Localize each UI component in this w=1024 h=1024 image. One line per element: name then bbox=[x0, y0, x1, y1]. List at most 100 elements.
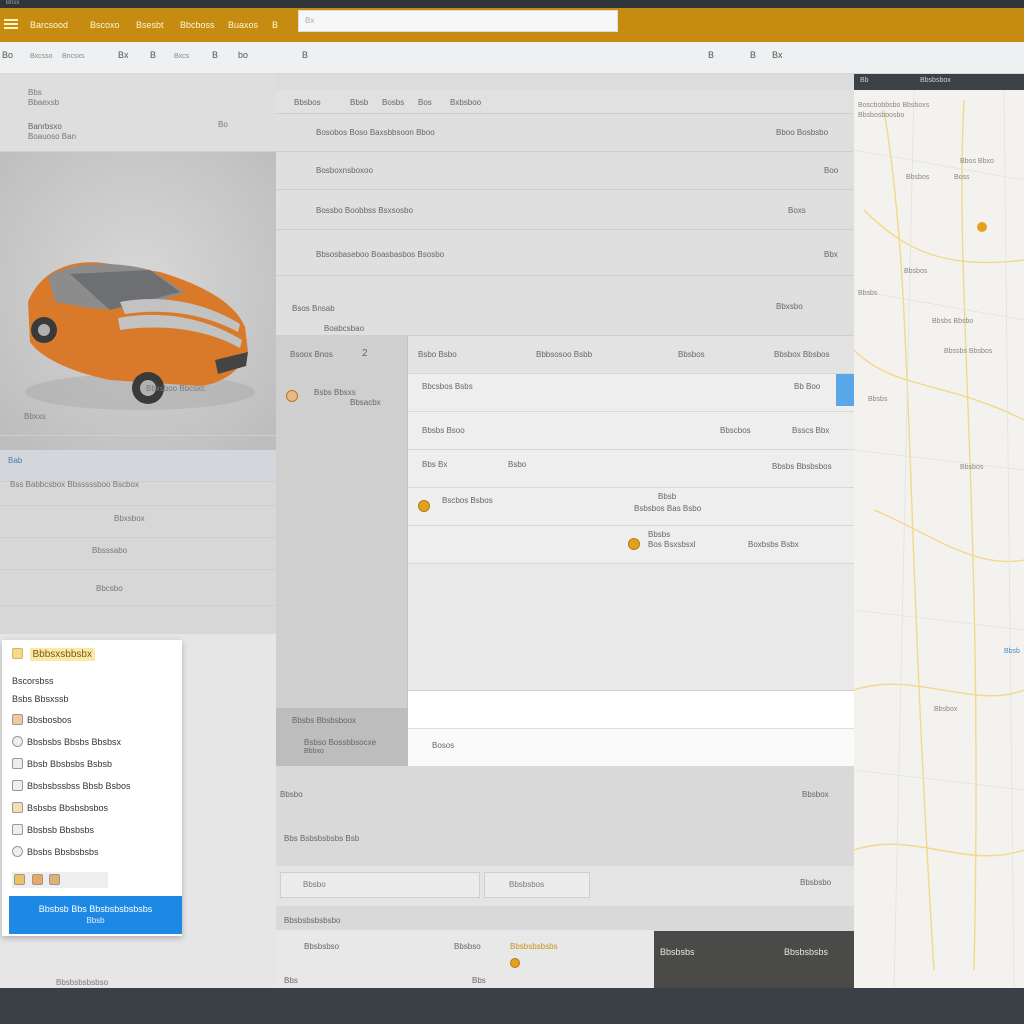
toolbar-item-9[interactable]: B bbox=[302, 50, 308, 60]
app-bar: Barcsood Bscoxo Bsesbt Bbcboss Buaxos B … bbox=[0, 8, 1024, 42]
map-label: Boss bbox=[954, 174, 970, 181]
left-row-5[interactable]: Bbsssabo bbox=[0, 538, 276, 570]
center-tabs: Bbsbos Bbsb Bosbs Bos Bxbsboo bbox=[276, 90, 854, 114]
center-row-2[interactable]: Bosboxnsboxoo Boo bbox=[276, 152, 854, 190]
popup-item-4[interactable]: Bbsb Bbsbsbs Bsbsb bbox=[12, 758, 112, 769]
center-tab-3[interactable]: Bosbs bbox=[382, 98, 404, 107]
center-row-5-label: Bsos Bnsab bbox=[292, 304, 335, 313]
popup-item-3[interactable]: Bbsbsbs Bbsbs Bbsbsx bbox=[12, 736, 121, 747]
app-tab-6[interactable]: B bbox=[272, 20, 278, 30]
popup-item-6[interactable]: Bsbsbs Bbsbsbsbos bbox=[12, 802, 108, 813]
popup-item-7-icon bbox=[12, 824, 23, 835]
map-label: Bbsbos bbox=[906, 174, 930, 181]
popup-item-2[interactable]: Bbsbosbos bbox=[12, 714, 72, 725]
left-header-row: Banrbsxo bbox=[28, 122, 62, 131]
dark-card[interactable]: Bbsbsbs Bbsbsbsbs bbox=[654, 931, 854, 989]
left-row-6[interactable]: Bbcsbo bbox=[0, 574, 276, 606]
toolbar-right-3[interactable]: Bx bbox=[772, 50, 783, 60]
toolbar-item-2[interactable]: Bxcsso bbox=[30, 50, 53, 60]
popup-menu: Bbbsxsbbsbx Bscorsbss Bsbs Bbsxssb Bbsbo… bbox=[2, 640, 182, 936]
table-cell: Bsbsbos Bas Bsbo bbox=[634, 504, 702, 513]
left-panel-header: Bbs Bbaexsb Banrbsxo Boauoso Ban Bo bbox=[0, 74, 276, 152]
bottom-input-1[interactable]: Bbsbo bbox=[280, 872, 480, 898]
toolbar-item-5[interactable]: B bbox=[150, 50, 156, 60]
map-label: Bbsb bbox=[1004, 648, 1020, 655]
center-tab-1[interactable]: Bbsbos bbox=[294, 98, 321, 107]
row-status-icon bbox=[418, 500, 430, 512]
mid-sidebar-footer[interactable]: Bbsbs Bbsbsboox Bsbso Bossbbsocxe Bbbxo bbox=[276, 708, 408, 766]
popup-item-4-icon bbox=[12, 758, 23, 769]
left-row-3[interactable]: Bss Babbcsbox Bbsssssboo Bscbox bbox=[0, 474, 276, 506]
table-row[interactable]: Bbs Bx Bsbo Bbsbs Bbsbsbos bbox=[408, 450, 854, 488]
map-label: Bbsbs bbox=[868, 396, 888, 403]
bottom-list-row[interactable]: Bbsbsbso Bbsbso Bbsbsbsbsbs Bbs Bbs bbox=[276, 930, 654, 988]
left-header-row-right: Bo bbox=[218, 120, 228, 129]
table-row[interactable]: Bbsbs Bsoo Bbscbos Bsscs Bbx bbox=[408, 412, 854, 450]
title-strip: Bnsx bbox=[0, 0, 1024, 8]
mid-sidebar-item-title[interactable]: Bsbs Bbsxs bbox=[314, 388, 356, 397]
toolbar-item-6[interactable]: Bxcs bbox=[174, 50, 189, 60]
title-strip-text: Bnsx bbox=[6, 0, 20, 6]
center-row-4[interactable]: Bbsosbaseboo Boasbasbos Bsosbo Bbx bbox=[276, 230, 854, 276]
table-header: Bsbo Bsbo Bbbsosoo Bsbb Bbsbos Bbsbox Bb… bbox=[408, 336, 854, 374]
app-tab-2[interactable]: Bscoxo bbox=[90, 20, 120, 30]
left-row-4[interactable]: Bbxsbox bbox=[0, 506, 276, 538]
popup-item-5[interactable]: Bbsbsbssbss Bbsb Bsbos bbox=[12, 780, 131, 791]
table-header-col-1[interactable]: Bsbo Bsbo bbox=[418, 350, 457, 359]
table-cell: Bbcsbos Bsbs bbox=[422, 382, 473, 391]
center-row-3[interactable]: Bossbo Boobbss Bsxsosbo Boxs bbox=[276, 190, 854, 230]
table-header-col-4[interactable]: Bbsbox Bbsbos bbox=[774, 350, 830, 359]
app-tab-4[interactable]: Bbcboss bbox=[180, 20, 215, 30]
scrollbar-thumb[interactable] bbox=[836, 374, 854, 406]
bottom-label-2: Bbs Bsbsbsbsbs Bsb bbox=[284, 834, 360, 843]
table-row[interactable]: Bbcsbos Bsbs Bb Boo bbox=[408, 374, 854, 412]
map-panel[interactable]: Bb Bbsbsbox Boscbobbsbo Bbsboxs Bbsbosbo… bbox=[854, 74, 1024, 990]
map-label: Bbsbos bbox=[960, 464, 984, 471]
table-cell: Bb Boo bbox=[794, 382, 821, 391]
app-tab-3[interactable]: Bsesbt bbox=[136, 20, 164, 30]
app-tab-1[interactable]: Barcsood bbox=[30, 20, 68, 30]
hamburger-menu-icon[interactable] bbox=[4, 17, 18, 31]
popup-title-row: Bbbsxsbbsbx bbox=[12, 648, 95, 661]
center-row-5[interactable]: Bsos Bnsab Bbxsbo Boabcsbao bbox=[276, 276, 854, 336]
mid-sidebar-item-icon bbox=[286, 390, 298, 402]
search-placeholder: Bx bbox=[305, 16, 315, 25]
popup-item-7[interactable]: Bbsbsb Bbsbsbs bbox=[12, 824, 94, 835]
popup-item-8[interactable]: Bbsbs Bbsbsbsbs bbox=[12, 846, 99, 857]
toolbar-right-2[interactable]: B bbox=[750, 50, 756, 60]
bottom-label-1-right: Bbsbox bbox=[802, 790, 829, 799]
table-row[interactable]: Bbsbs Bos Bsxsbsxl Boxbsbs Bsbx bbox=[408, 526, 854, 564]
popup-item-3-icon bbox=[12, 736, 23, 747]
popup-item-1[interactable]: Bsbs Bbsxssb bbox=[12, 694, 69, 704]
table-cell: Bos Bsxsbsxl bbox=[648, 540, 696, 549]
toolbar-item-1[interactable]: Bo bbox=[2, 50, 13, 60]
center-row-1[interactable]: Bosobos Boso Baxsbbsoon Bboo Bboo Bosbsb… bbox=[276, 114, 854, 152]
bottom-input-2[interactable]: Bbsbsbos bbox=[484, 872, 590, 898]
center-row-3-right: Boxs bbox=[788, 206, 806, 215]
map-label: Bbsbosboosbo bbox=[858, 112, 905, 119]
mid-sidebar-footer-small: Bbbxo bbox=[304, 748, 324, 755]
center-tab-4[interactable]: Bos bbox=[418, 98, 432, 107]
left-row-5-label: Bbsssabo bbox=[92, 546, 128, 555]
left-row-2-label: Bab bbox=[8, 456, 23, 465]
table-input-row[interactable] bbox=[408, 690, 854, 728]
table-value-row[interactable]: Bosos bbox=[408, 728, 854, 766]
search-input[interactable]: Bx bbox=[298, 10, 618, 32]
toolbar-item-8[interactable]: bo bbox=[238, 50, 248, 60]
toolbar-right-1[interactable]: B bbox=[708, 50, 714, 60]
toolbar-item-7[interactable]: B bbox=[212, 50, 218, 60]
left-row-1[interactable]: Bbxxs bbox=[0, 404, 276, 436]
left-header-row-sub: Boauoso Ban bbox=[28, 132, 77, 141]
table-header-col-3[interactable]: Bbsbos bbox=[678, 350, 705, 359]
toolbar-item-3[interactable]: Bncsxs bbox=[62, 50, 85, 60]
popup-primary-button-label: Bbsbsb Bbs Bbsbsbsbsbsbs bbox=[38, 904, 153, 914]
mid-sidebar-footer-sub: Bsbso Bossbbsocxe bbox=[304, 738, 377, 747]
table-row[interactable]: Bscbos Bsbos Bbsb Bsbsbos Bas Bsbo bbox=[408, 488, 854, 526]
center-tab-5[interactable]: Bxbsboo bbox=[450, 98, 481, 107]
popup-primary-button[interactable]: Bbsbsb Bbs Bbsbsbsbsbsbs Bbsb bbox=[9, 896, 182, 934]
app-tab-5[interactable]: Buaxos bbox=[228, 20, 258, 30]
table-header-col-2[interactable]: Bbbsosoo Bsbb bbox=[536, 350, 592, 359]
toolbar-item-4[interactable]: Bx bbox=[118, 50, 129, 60]
center-tab-2[interactable]: Bbsb bbox=[350, 98, 368, 107]
table-cell: Bsbo bbox=[508, 460, 527, 469]
